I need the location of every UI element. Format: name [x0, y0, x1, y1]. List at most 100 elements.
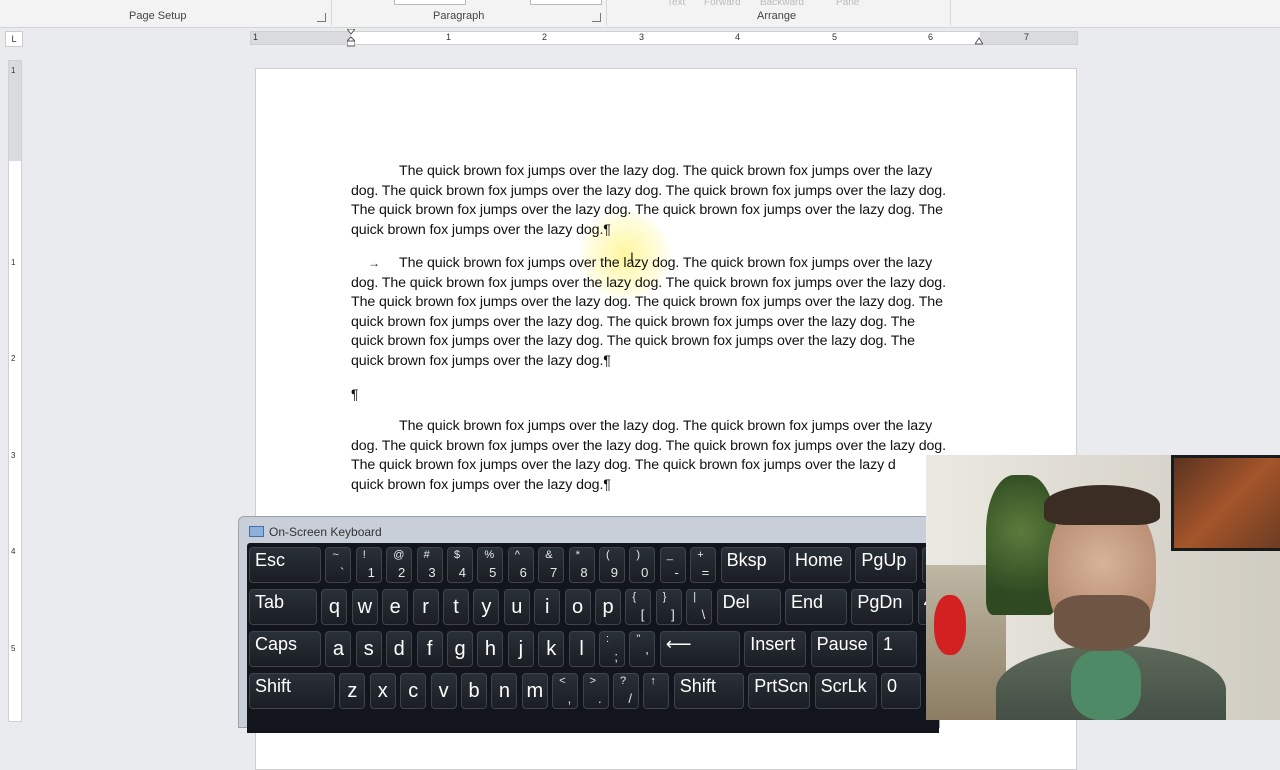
text-line: The quick brown fox jumps over the lazy …: [351, 457, 896, 473]
key-0[interactable]: 0: [881, 673, 921, 709]
paragraph-launcher-icon[interactable]: [592, 13, 601, 22]
paragraph-mark[interactable]: ¶: [351, 386, 359, 402]
key-1[interactable]: 1: [877, 631, 917, 667]
key-v[interactable]: v: [430, 673, 457, 709]
wrap-text-label[interactable]: Text: [667, 0, 685, 8]
key-symbol[interactable]: <,: [552, 673, 579, 709]
key-n[interactable]: n: [491, 673, 518, 709]
key-0[interactable]: ) 0: [629, 547, 656, 583]
key-k[interactable]: k: [538, 631, 565, 667]
key-tab[interactable]: Tab: [249, 589, 317, 625]
first-line-indent-marker[interactable]: [345, 28, 357, 47]
key-b[interactable]: b: [461, 673, 487, 709]
key-pgup[interactable]: PgUp: [855, 547, 918, 583]
key-symbol[interactable]: >.: [582, 673, 609, 709]
key-end[interactable]: End: [785, 589, 847, 625]
right-indent-marker[interactable]: [974, 34, 984, 45]
key-shift-label: !: [362, 549, 366, 561]
key-u[interactable]: u: [503, 589, 530, 625]
key-label: b: [468, 680, 480, 702]
key-scrlk[interactable]: ScrLk: [814, 673, 877, 709]
osk-title-bar[interactable]: On-Screen Keyboard: [249, 525, 382, 539]
key-shift-label: #: [423, 549, 430, 561]
key-caps[interactable]: Caps: [249, 631, 321, 667]
spacing-field[interactable]: [530, 0, 602, 5]
key-symbol[interactable]: :;: [599, 631, 625, 667]
paragraph-3[interactable]: The quick brown fox jumps over the lazy …: [351, 417, 946, 495]
on-screen-keyboard[interactable]: On-Screen Keyboard Esc ~ `! 1 @2 #3 $4% 5 ^ 6 & 7 * 8…: [238, 516, 962, 733]
key-home[interactable]: Home: [789, 547, 851, 583]
key-symbol[interactable]: {[: [625, 589, 652, 625]
key-symbol[interactable]: }]: [655, 589, 682, 625]
key-g[interactable]: g: [447, 631, 473, 667]
key-6[interactable]: ^ 6: [507, 547, 534, 583]
key-label: j: [518, 638, 524, 660]
text-line: The quick brown fox jumps over the lazy …: [399, 255, 933, 271]
key-d[interactable]: d: [386, 631, 413, 667]
key-3[interactable]: #3: [416, 547, 443, 583]
key-label: k: [546, 638, 557, 660]
key-prtscn[interactable]: PrtScn: [748, 673, 811, 709]
key-pause[interactable]: Pause: [810, 631, 873, 667]
plant: [986, 475, 1056, 615]
key-p[interactable]: p: [595, 589, 621, 625]
key-x[interactable]: x: [369, 673, 396, 709]
indent-field[interactable]: [394, 0, 466, 5]
key-7[interactable]: & 7: [538, 547, 565, 583]
key-8[interactable]: * 8: [568, 547, 595, 583]
key-symbol[interactable]: ~ `: [325, 547, 352, 583]
key-f[interactable]: f: [416, 631, 443, 667]
key-shift-label: <: [559, 675, 566, 687]
key-t[interactable]: t: [443, 589, 469, 625]
key-symbol[interactable]: " ': [629, 631, 656, 667]
key-symbol[interactable]: ? /: [613, 673, 639, 709]
key-h[interactable]: h: [477, 631, 504, 667]
key-2[interactable]: @2: [386, 547, 413, 583]
key-m[interactable]: m: [521, 673, 548, 709]
ruler-number: 4: [11, 547, 16, 556]
key-symbol[interactable]: | \: [686, 589, 713, 625]
bring-forward-label[interactable]: Forward: [704, 0, 741, 8]
key-del[interactable]: Del: [716, 589, 781, 625]
key-q[interactable]: q: [321, 589, 348, 625]
key-enter[interactable]: ⟵: [659, 631, 740, 667]
key-a[interactable]: a: [325, 631, 352, 667]
key-shift-label: $: [454, 549, 461, 561]
paragraph-2[interactable]: The quick brown fox jumps over the lazy …: [351, 254, 946, 371]
selection-pane-label[interactable]: Pane: [836, 0, 859, 8]
key-pgdn[interactable]: PgDn: [851, 589, 914, 625]
key-shift[interactable]: Shift: [249, 673, 335, 709]
key-symbol[interactable]: ↑: [643, 673, 670, 709]
paragraph-1[interactable]: The quick brown fox jumps over the lazy …: [351, 162, 946, 240]
key-symbol[interactable]: + =: [690, 547, 717, 583]
key-o[interactable]: o: [564, 589, 591, 625]
key-y[interactable]: y: [473, 589, 500, 625]
page-setup-launcher-icon[interactable]: [317, 13, 326, 22]
key-esc[interactable]: Esc: [249, 547, 321, 583]
key-r[interactable]: r: [412, 589, 439, 625]
key-w[interactable]: w: [351, 589, 378, 625]
key-shift[interactable]: Shift: [673, 673, 744, 709]
key-1[interactable]: ! 1: [355, 547, 382, 583]
key-symbol[interactable]: _ -: [659, 547, 686, 583]
key-e[interactable]: e: [382, 589, 409, 625]
key-shift-label: &: [545, 549, 553, 561]
text-line: dog. The quick brown fox jumps over the …: [351, 437, 946, 454]
key-label: u: [511, 596, 523, 618]
key-5[interactable]: % 5: [477, 547, 504, 583]
key-insert[interactable]: Insert: [744, 631, 807, 667]
osk-keys-area: Esc ~ `! 1 @2 #3 $4% 5 ^ 6 & 7 * 8(9) 0 _ - + = Bksp Home PgU…: [247, 543, 962, 733]
key-z[interactable]: z: [339, 673, 366, 709]
horizontal-ruler[interactable]: 1 1 2 3 4 5 6 7: [250, 28, 1078, 47]
key-s[interactable]: s: [355, 631, 382, 667]
tab-selector-button[interactable]: L: [5, 31, 23, 47]
key-j[interactable]: j: [507, 631, 534, 667]
key-l[interactable]: l: [568, 631, 595, 667]
key-9[interactable]: (9: [599, 547, 625, 583]
key-4[interactable]: $4: [447, 547, 473, 583]
key-i[interactable]: i: [534, 589, 561, 625]
key-c[interactable]: c: [400, 673, 427, 709]
send-backward-label[interactable]: Backward: [760, 0, 804, 8]
vertical-ruler[interactable]: 1 1 2 3 4 5: [8, 60, 22, 722]
key-bksp[interactable]: Bksp: [720, 547, 785, 583]
